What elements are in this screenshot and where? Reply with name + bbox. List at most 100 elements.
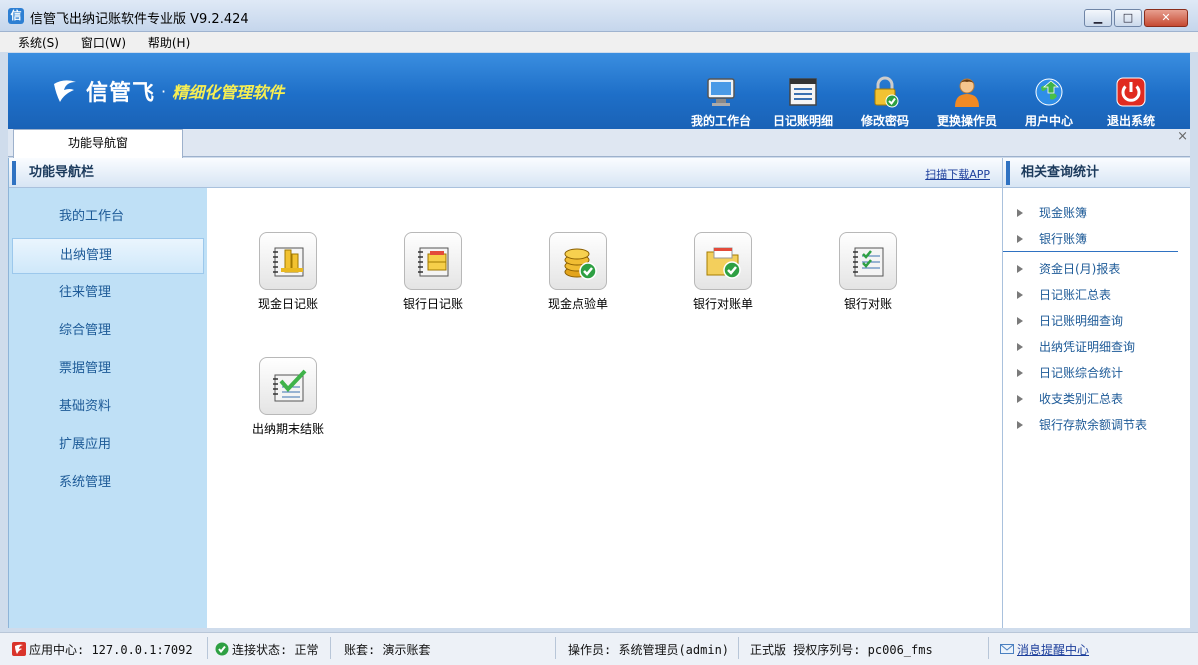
status-divider bbox=[207, 637, 208, 659]
toolbar-label: 更换操作员 bbox=[936, 114, 997, 128]
nav-item-basic-data[interactable]: 基础资料 bbox=[12, 390, 204, 426]
coin-check-icon bbox=[549, 232, 607, 290]
link-cash-book[interactable]: 现金账簿 bbox=[1003, 200, 1190, 226]
function-label: 现金点验单 bbox=[547, 297, 608, 311]
brand-logo: 信管飞 · 精细化管理软件 bbox=[50, 75, 284, 107]
function-label: 出纳期末结账 bbox=[251, 422, 324, 436]
title-bar: 信 信管飞出纳记账软件专业版 V9.2.424 ▁ □ ✕ bbox=[0, 0, 1198, 32]
toolbar-exit-system[interactable]: 退出系统 bbox=[1090, 75, 1172, 129]
function-bank-statement[interactable]: 银行对账单 bbox=[668, 232, 778, 312]
folder-check-icon bbox=[694, 232, 752, 290]
message-center-link[interactable]: 消息提醒中心 bbox=[1017, 643, 1089, 657]
toolbar-label: 修改密码 bbox=[860, 114, 909, 128]
nav-item-bill-management[interactable]: 票据管理 bbox=[12, 352, 204, 388]
link-fund-daily-monthly-report[interactable]: 资金日(月)报表 bbox=[1003, 256, 1190, 282]
close-button[interactable]: ✕ bbox=[1144, 9, 1188, 27]
link-voucher-detail-query[interactable]: 出纳凭证明细查询 bbox=[1003, 334, 1190, 360]
top-toolbar: 我的工作台 日记账明细 修改密码 更换操作员 用户中心 退出系统 bbox=[680, 75, 1172, 129]
status-account: 账套: 演示账套 bbox=[344, 643, 431, 657]
user-icon bbox=[950, 75, 984, 109]
toolbar-label: 用户中心 bbox=[1024, 114, 1073, 128]
function-bank-journal[interactable]: 银行日记账 bbox=[378, 232, 488, 312]
nav-item-extended-apps[interactable]: 扩展应用 bbox=[12, 428, 204, 464]
toolbar-label: 退出系统 bbox=[1106, 114, 1155, 128]
toolbar-label: 日记账明细 bbox=[772, 114, 833, 128]
nav-item-cashier-management[interactable]: 出纳管理 bbox=[12, 238, 204, 274]
status-message-center[interactable]: 消息提醒中心 bbox=[1000, 641, 1089, 658]
logo-mark-icon bbox=[50, 76, 80, 106]
menu-window[interactable]: 窗口(W) bbox=[71, 32, 134, 51]
brand-separator: · bbox=[161, 81, 167, 101]
toolbar-change-password[interactable]: 修改密码 bbox=[844, 75, 926, 129]
status-license: 正式版 授权序列号: pc006_fms bbox=[750, 643, 933, 657]
toolbar-label: 我的工作台 bbox=[690, 114, 751, 128]
related-query-panel: 相关查询统计 现金账簿 银行账簿 资金日(月)报表 日记账汇总表 日记账明细查询… bbox=[1002, 158, 1190, 628]
nav-item-accounts-management[interactable]: 往来管理 bbox=[12, 276, 204, 312]
toolbar-user-center[interactable]: 用户中心 bbox=[1008, 75, 1090, 129]
right-panel-title: 相关查询统计 bbox=[1003, 158, 1190, 188]
app-center-icon bbox=[12, 642, 26, 656]
scan-download-app-link[interactable]: 扫描下载APP bbox=[925, 166, 990, 182]
function-period-end-closing[interactable]: 出纳期末结账 bbox=[233, 357, 343, 437]
bank-journal-icon bbox=[404, 232, 462, 290]
query-link-list: 现金账簿 银行账簿 资金日(月)报表 日记账汇总表 日记账明细查询 出纳凭证明细… bbox=[1003, 188, 1190, 438]
toolbar-journal-detail[interactable]: 日记账明细 bbox=[762, 75, 844, 129]
window-controls: ▁ □ ✕ bbox=[1084, 9, 1188, 27]
link-journal-summary[interactable]: 日记账汇总表 bbox=[1003, 282, 1190, 308]
status-app-center-text: 应用中心: 127.0.0.1:7092 bbox=[29, 643, 193, 657]
tab-close-icon[interactable]: × bbox=[1177, 129, 1188, 144]
status-connection: 连接状态: 正常 bbox=[215, 641, 318, 658]
function-bank-reconciliation[interactable]: 银行对账 bbox=[813, 232, 923, 312]
link-journal-statistics[interactable]: 日记账综合统计 bbox=[1003, 360, 1190, 386]
link-bank-reconciliation-statement[interactable]: 银行存款余额调节表 bbox=[1003, 412, 1190, 438]
status-bar: 应用中心: 127.0.0.1:7092 连接状态: 正常 账套: 演示账套 操… bbox=[0, 632, 1198, 665]
left-nav-panel: 功能导航栏 我的工作台 出纳管理 往来管理 综合管理 票据管理 基础资料 扩展应… bbox=[8, 158, 207, 628]
globe-icon bbox=[1032, 75, 1066, 109]
menu-system[interactable]: 系统(S) bbox=[0, 32, 67, 51]
status-connection-text: 连接状态: 正常 bbox=[232, 643, 319, 657]
menu-help[interactable]: 帮助(H) bbox=[138, 32, 198, 51]
ledger-list-icon bbox=[786, 75, 820, 109]
header-banner: 信管飞 · 精细化管理软件 我的工作台 日记账明细 修改密码 更换操作员 用户中… bbox=[8, 53, 1190, 129]
link-journal-detail-query[interactable]: 日记账明细查询 bbox=[1003, 308, 1190, 334]
app-logo-icon: 信 bbox=[8, 8, 24, 24]
function-cash-check[interactable]: 现金点验单 bbox=[523, 232, 633, 312]
cash-journal-icon bbox=[259, 232, 317, 290]
toolbar-my-workbench[interactable]: 我的工作台 bbox=[680, 75, 762, 129]
tab-function-navigation[interactable]: 功能导航窗 bbox=[13, 129, 183, 158]
maximize-button[interactable]: □ bbox=[1114, 9, 1142, 27]
connected-check-icon bbox=[215, 642, 229, 656]
left-panel-title: 功能导航栏 bbox=[9, 158, 207, 188]
tab-strip: 功能导航窗 × bbox=[8, 129, 1190, 158]
brand-name: 信管飞 bbox=[86, 81, 156, 106]
window-title: 信管飞出纳记账软件专业版 V9.2.424 bbox=[30, 12, 249, 27]
brand-slogan: 精细化管理软件 bbox=[172, 83, 285, 102]
function-area-header: 扫描下载APP bbox=[207, 158, 1002, 188]
notebook-check-icon bbox=[839, 232, 897, 290]
status-divider bbox=[738, 637, 739, 659]
nav-item-my-workbench[interactable]: 我的工作台 bbox=[12, 200, 204, 236]
minimize-button[interactable]: ▁ bbox=[1084, 9, 1112, 27]
function-cash-journal[interactable]: 现金日记账 bbox=[233, 232, 343, 312]
lock-icon bbox=[868, 75, 902, 109]
function-label: 银行日记账 bbox=[402, 297, 463, 311]
menu-bar: 系统(S) 窗口(W) 帮助(H) bbox=[0, 32, 1198, 52]
toolbar-switch-operator[interactable]: 更换操作员 bbox=[926, 75, 1008, 129]
function-area: 扫描下载APP 现金日记账 银行日记账 现金点验单 银行对账单 银行对账 出纳期… bbox=[207, 158, 1002, 628]
nav-item-comprehensive-management[interactable]: 综合管理 bbox=[12, 314, 204, 350]
envelope-icon bbox=[1000, 642, 1014, 656]
link-bank-book[interactable]: 银行账簿 bbox=[1003, 226, 1178, 252]
power-icon bbox=[1114, 75, 1148, 109]
nav-list: 我的工作台 出纳管理 往来管理 综合管理 票据管理 基础资料 扩展应用 系统管理 bbox=[9, 188, 207, 502]
function-label: 银行对账单 bbox=[692, 297, 753, 311]
status-divider bbox=[988, 637, 989, 659]
link-category-summary[interactable]: 收支类别汇总表 bbox=[1003, 386, 1190, 412]
period-close-icon bbox=[259, 357, 317, 415]
function-label: 银行对账 bbox=[843, 297, 892, 311]
status-divider bbox=[330, 637, 331, 659]
status-divider bbox=[555, 637, 556, 659]
function-label: 现金日记账 bbox=[257, 297, 318, 311]
nav-item-system-management[interactable]: 系统管理 bbox=[12, 466, 204, 502]
monitor-icon bbox=[704, 75, 738, 109]
status-app-center: 应用中心: 127.0.0.1:7092 bbox=[12, 641, 193, 658]
